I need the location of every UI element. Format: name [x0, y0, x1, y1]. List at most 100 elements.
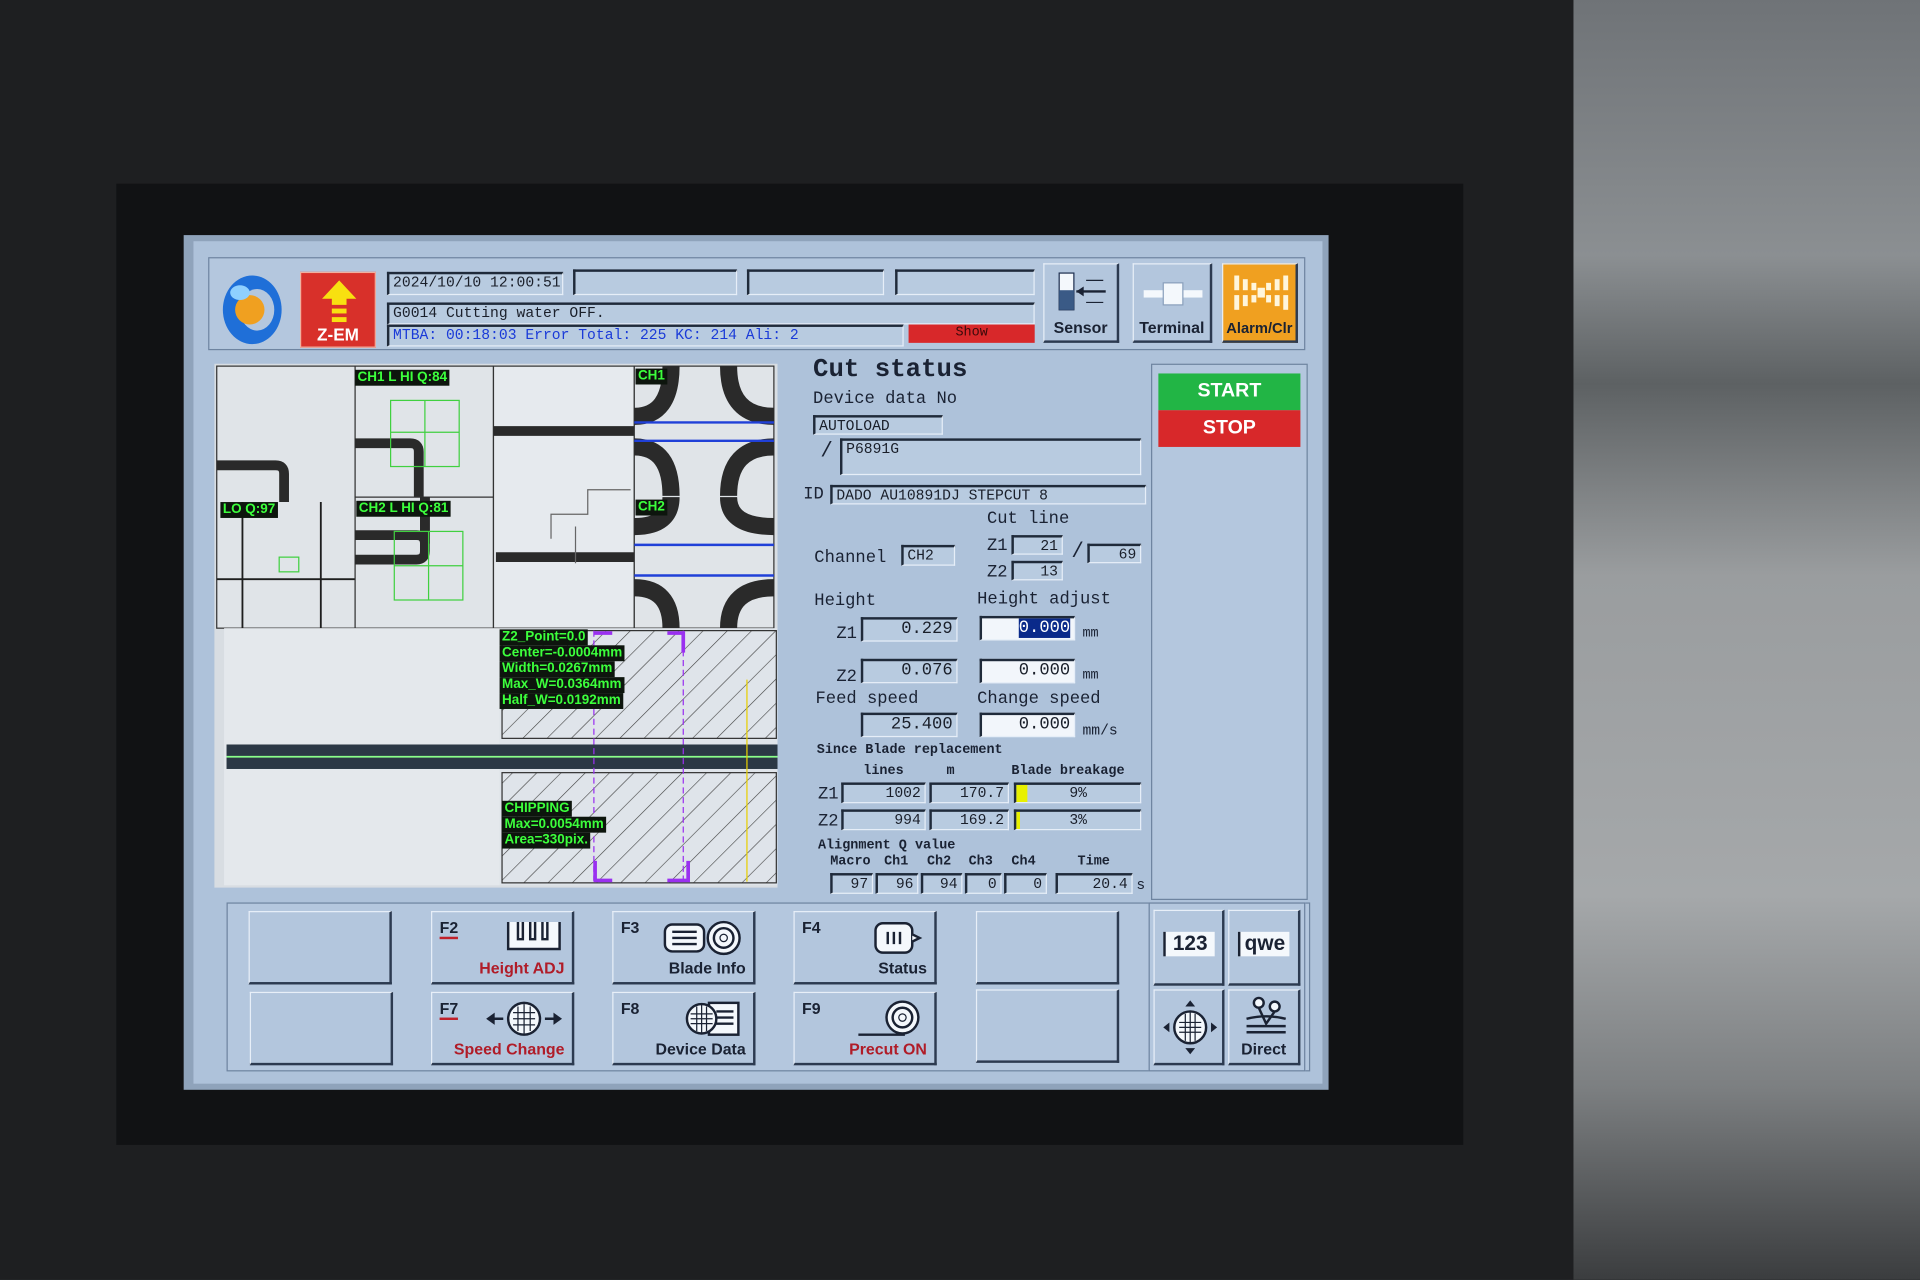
- height-z2-label: Z2: [836, 667, 857, 687]
- align-header-ch1: Ch1: [884, 854, 909, 870]
- cut-line-z1-label: Z1: [986, 536, 1008, 556]
- logo-icon: [218, 273, 287, 346]
- direct-label: Direct: [1241, 1039, 1287, 1058]
- wafer-move-button[interactable]: [1153, 989, 1225, 1066]
- status-icon: [874, 922, 923, 954]
- sensor-icon: [1058, 272, 1106, 311]
- kerf-line: Half_W=0.0192mm: [499, 693, 624, 709]
- lines-header: lines: [863, 764, 904, 779]
- kerf-measurements: Z2_Point=0.0 Center=-0.0004mm Width=0.02…: [499, 629, 625, 709]
- empty-key: [975, 911, 1120, 985]
- fkey-name: Status: [878, 958, 927, 978]
- fkey-label: F8: [620, 999, 640, 1018]
- align-header-time: Time: [1077, 854, 1110, 870]
- kerf-line: Width=0.0267mm: [499, 661, 615, 678]
- terminal-button[interactable]: Terminal: [1132, 263, 1213, 343]
- height-adjust-label: Height adjust: [977, 590, 1111, 610]
- fkey-name: Height ADJ: [479, 958, 565, 978]
- start-button[interactable]: START: [1158, 373, 1301, 411]
- f3-blade-info-button[interactable]: F3 Blade Info: [612, 911, 756, 985]
- height-adjust-z1-input[interactable]: 0.000: [979, 615, 1076, 641]
- blade-replacement-label: Since Blade replacement: [816, 743, 1003, 758]
- feed-speed-field: 25.400: [860, 712, 958, 738]
- align-time-value: 20.4: [1055, 873, 1133, 894]
- device-data-label: Device data No: [813, 389, 958, 409]
- status-field-3: [895, 269, 1035, 296]
- height-z1-label: Z1: [836, 624, 857, 645]
- sensor-label: Sensor: [1053, 318, 1108, 337]
- device-name-field: P6891G: [840, 438, 1142, 476]
- cut-status-title: Cut status: [813, 356, 968, 385]
- cut-line-z1-field: 21: [1011, 535, 1063, 555]
- ch2-tag: CH2: [635, 499, 668, 516]
- blade-info-icon: [663, 920, 741, 956]
- stop-button[interactable]: STOP: [1158, 410, 1301, 447]
- breakage-value: 9%: [1069, 784, 1087, 803]
- chipping-line: Max=0.0054mm: [502, 816, 607, 833]
- text-keyboard-label: qwe: [1237, 931, 1290, 957]
- fkey-label: F7: [439, 999, 459, 1021]
- status-field-2: [746, 269, 885, 296]
- fkey-label: F2: [439, 918, 459, 940]
- change-speed-input[interactable]: 0.000: [979, 712, 1076, 738]
- blade-z2-lines: 994: [841, 809, 926, 831]
- align-header-macro: Macro: [830, 854, 871, 870]
- align-macro-value: 97: [830, 873, 874, 894]
- blade-z1-label: Z1: [817, 784, 839, 805]
- wafer-move-icon: [1163, 1000, 1218, 1055]
- ch1-quality-label: CH1 L HI Q:84: [355, 369, 450, 386]
- f2-height-adj-button[interactable]: F2 Height ADJ: [431, 911, 575, 985]
- sensor-button[interactable]: Sensor: [1043, 263, 1120, 343]
- unit-mm: mm: [1082, 668, 1099, 684]
- meters-header: m: [946, 764, 955, 779]
- empty-key: [249, 991, 394, 1066]
- kerf-line: Z2_Point=0.0: [499, 629, 588, 646]
- text-keyboard-button[interactable]: qwe: [1228, 909, 1301, 986]
- height-adjust-z2-input[interactable]: 0.000: [979, 658, 1076, 684]
- fkey-name: Precut ON: [849, 1039, 927, 1058]
- empty-key: [975, 989, 1120, 1063]
- f7-speed-change-button[interactable]: F7 Speed Change: [431, 991, 575, 1066]
- height-label: Height: [814, 591, 877, 612]
- fkey-label: F9: [802, 999, 821, 1018]
- chipping-line: CHIPPING: [502, 800, 573, 817]
- blade-z1-lines: 1002: [841, 782, 926, 804]
- stats-line: MTBA: 00:18:03 Error Total: 225 KC: 214 …: [386, 324, 904, 347]
- numeric-keypad-button[interactable]: 123: [1153, 909, 1225, 986]
- height-adj-icon: [506, 922, 561, 951]
- z-em-button[interactable]: Z-EM: [300, 271, 376, 348]
- height-z2-field: 0.076: [860, 658, 958, 684]
- device-data-icon: [685, 1001, 740, 1036]
- blade-z1-meters: 170.7: [929, 782, 1009, 804]
- blade-z2-meters: 169.2: [929, 809, 1009, 831]
- status-field-1: [573, 269, 738, 296]
- align-header-ch2: Ch2: [926, 854, 952, 870]
- up-arrow-icon: [322, 280, 357, 323]
- f4-status-button[interactable]: F4 Status: [793, 911, 937, 985]
- blade-z2-breakage: 3%: [1013, 809, 1142, 831]
- height-adjust-z1-value: 0.000: [1018, 618, 1071, 638]
- lo-quality-label: LO Q:97: [220, 502, 278, 518]
- street-view: [633, 365, 775, 629]
- f8-device-data-button[interactable]: F8 Device Data: [612, 991, 756, 1066]
- alarm-clear-label: Alarm/Clr: [1226, 319, 1293, 337]
- fkey-label: F3: [620, 918, 640, 937]
- ch2-quality-label: CH2 L HI Q:81: [356, 500, 451, 517]
- fkey-label: F4: [802, 918, 821, 937]
- blade-breakage-header: Blade breakage: [1011, 764, 1125, 779]
- show-button[interactable]: Show: [908, 324, 1035, 343]
- channel-label: Channel: [814, 548, 887, 569]
- macro-view: [216, 365, 356, 629]
- unit-mm: mm: [1082, 626, 1099, 642]
- high-mag-view: [492, 365, 635, 629]
- f9-precut-button[interactable]: F9 Precut ON: [793, 991, 937, 1066]
- align-ch2-value: 94: [920, 873, 963, 894]
- direct-button[interactable]: Direct: [1228, 989, 1301, 1066]
- alarm-clear-button[interactable]: Alarm/Clr: [1222, 263, 1298, 343]
- cut-line-separator: /: [1071, 541, 1084, 565]
- align-ch4-value: 0: [1004, 873, 1047, 894]
- chipping-measurements: CHIPPING Max=0.0054mm Area=330pix.: [502, 800, 607, 849]
- align-ch3-value: 0: [964, 873, 1002, 894]
- channel-field: CH2: [901, 544, 956, 566]
- cut-line-z2-label: Z2: [986, 563, 1008, 583]
